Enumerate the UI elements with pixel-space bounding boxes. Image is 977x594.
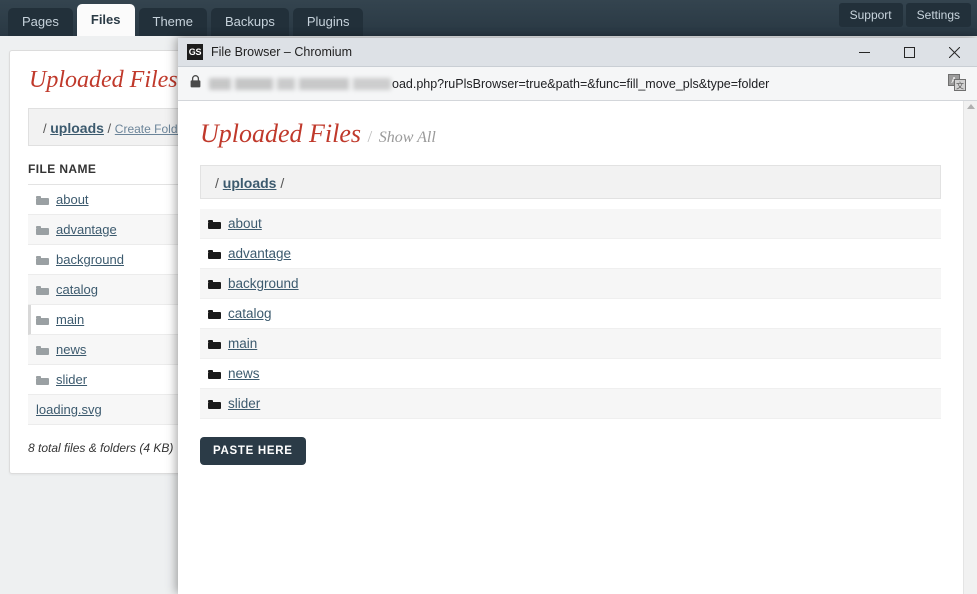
folder-icon	[208, 309, 221, 319]
translate-icon[interactable]: A 文	[948, 74, 967, 92]
modal-breadcrumb-lead-slash: /	[215, 175, 219, 191]
folder-icon	[36, 195, 49, 205]
file-link[interactable]: loading.svg	[36, 402, 102, 417]
folder-link[interactable]: main	[228, 336, 257, 351]
redacted-url-prefix	[209, 77, 391, 90]
list-item[interactable]: news	[200, 359, 941, 389]
window-title: File Browser – Chromium	[211, 45, 353, 59]
url-text[interactable]: oad.php?ruPlsBrowser=true&path=&func=fil…	[392, 77, 769, 91]
folder-icon	[36, 315, 49, 325]
lock-icon	[190, 74, 201, 93]
tab-theme[interactable]: Theme	[138, 8, 207, 36]
paste-here-button[interactable]: PASTE HERE	[200, 437, 306, 465]
file-link[interactable]: news	[56, 342, 86, 357]
folder-link[interactable]: advantage	[228, 246, 291, 261]
settings-button[interactable]: Settings	[905, 3, 971, 27]
file-link[interactable]: advantage	[56, 222, 117, 237]
file-link[interactable]: slider	[56, 372, 87, 387]
page-title-text: Uploaded Files	[29, 67, 178, 93]
folder-link[interactable]: background	[228, 276, 299, 291]
cms-tab-bar: Pages Files Theme Backups Plugins	[8, 0, 367, 36]
folder-icon	[208, 249, 221, 259]
list-item[interactable]: main	[200, 329, 941, 359]
folder-icon	[208, 339, 221, 349]
maximize-button[interactable]	[887, 38, 932, 66]
list-item[interactable]: slider	[200, 389, 941, 419]
cms-topbar: Pages Files Theme Backups Plugins Suppor…	[0, 0, 977, 36]
modal-page-title-text: Uploaded Files	[200, 119, 362, 148]
file-link[interactable]: about	[56, 192, 89, 207]
maximize-icon	[904, 46, 915, 58]
list-item[interactable]: catalog	[200, 299, 941, 329]
svg-text:文: 文	[956, 81, 964, 91]
modal-breadcrumb: / uploads /	[200, 165, 941, 199]
modal-folder-list: about advantage background catalog main	[200, 209, 941, 419]
tab-backups[interactable]: Backups	[210, 8, 289, 36]
window-controls	[842, 38, 977, 66]
list-item[interactable]: about	[200, 209, 941, 239]
folder-link[interactable]: slider	[228, 396, 260, 411]
list-item[interactable]: advantage	[200, 239, 941, 269]
breadcrumb-lead-slash: /	[43, 121, 47, 136]
cms-topbar-actions: Support Settings	[836, 3, 971, 29]
browser-viewport: Uploaded Files / Show All / uploads / ab…	[178, 101, 977, 594]
screen: Pages Files Theme Backups Plugins Suppor…	[0, 0, 977, 594]
folder-icon	[208, 219, 221, 229]
modal-show-all-link[interactable]: Show All	[379, 129, 436, 146]
window-titlebar[interactable]: GS File Browser – Chromium	[178, 38, 977, 67]
close-button[interactable]	[932, 38, 977, 66]
tab-pages[interactable]: Pages	[8, 8, 73, 36]
modal-page-title: Uploaded Files / Show All	[178, 101, 963, 149]
minimize-icon	[859, 51, 870, 53]
file-link[interactable]: catalog	[56, 282, 98, 297]
folder-icon	[208, 399, 221, 409]
folder-icon	[208, 369, 221, 379]
minimize-button[interactable]	[842, 38, 887, 66]
folder-icon	[36, 345, 49, 355]
file-link[interactable]: background	[56, 252, 124, 267]
modal-breadcrumb-trail-slash: /	[280, 175, 285, 191]
folder-link[interactable]: catalog	[228, 306, 272, 321]
tab-files[interactable]: Files	[76, 4, 135, 36]
folder-icon	[36, 225, 49, 235]
folder-icon	[36, 285, 49, 295]
support-button[interactable]: Support	[838, 3, 903, 27]
breadcrumb-uploads-link[interactable]: uploads	[50, 120, 104, 136]
site-favicon: GS	[187, 44, 203, 60]
tab-plugins[interactable]: Plugins	[292, 8, 364, 36]
modal-title-separator: /	[367, 127, 373, 146]
breadcrumb-trail-slash: /	[107, 121, 112, 136]
address-bar[interactable]: oad.php?ruPlsBrowser=true&path=&func=fil…	[178, 67, 977, 101]
file-link[interactable]: main	[56, 312, 84, 327]
folder-icon	[36, 375, 49, 385]
list-item[interactable]: background	[200, 269, 941, 299]
chromium-window: GS File Browser – Chromium oad.php?ruPls…	[178, 38, 977, 594]
folder-link[interactable]: news	[228, 366, 260, 381]
folder-icon	[36, 255, 49, 265]
folder-icon	[208, 279, 221, 289]
scroll-up-arrow-icon[interactable]	[966, 104, 975, 109]
page-scrollbar[interactable]	[963, 101, 977, 594]
modal-breadcrumb-uploads-link[interactable]: uploads	[223, 175, 277, 191]
file-browser-page: Uploaded Files / Show All / uploads / ab…	[178, 101, 963, 594]
close-icon	[949, 46, 960, 58]
folder-link[interactable]: about	[228, 216, 262, 231]
